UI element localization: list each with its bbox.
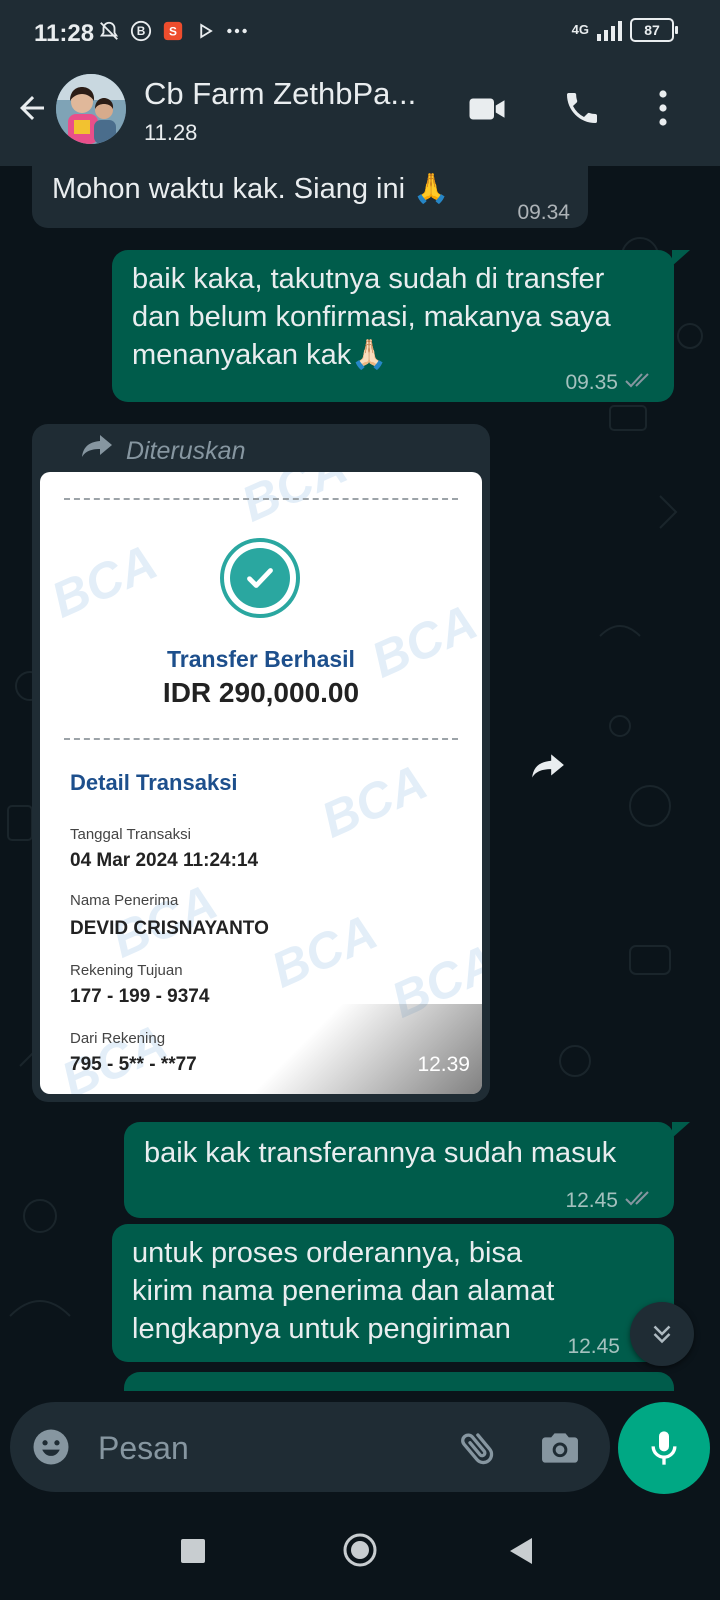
bubble-tail [672, 250, 690, 266]
receipt-section-title: Detail Transaksi [70, 770, 238, 795]
phone-icon[interactable] [562, 88, 602, 133]
more-vertical-icon[interactable] [656, 88, 670, 133]
transfer-receipt-image[interactable]: BCA BCA BCA BCA BCA BCA BCA BCA Transfer… [40, 472, 482, 1094]
field-value: DEVID CRISNAYANTO [70, 918, 269, 939]
chat-header: Cb Farm ZethbPa... 11.28 [0, 62, 720, 166]
svg-text:B: B [137, 24, 146, 38]
message-meta: 09.35 [565, 364, 656, 402]
divider [64, 738, 458, 740]
double-chevron-down-icon[interactable] [630, 1302, 694, 1366]
microphone-icon[interactable] [618, 1402, 710, 1494]
image-time: 12.39 [417, 1053, 470, 1076]
emoji-icon[interactable] [30, 1426, 72, 1473]
b-app-icon: B [130, 20, 152, 42]
forwarded-text: Diteruskan [126, 437, 246, 465]
back-nav-icon[interactable] [508, 1536, 534, 1571]
chat-area[interactable]: Mohon waktu kak. Siang ini 🙏 09.34 baik … [0, 166, 720, 1391]
status-time: 11:28 [34, 20, 95, 47]
field-value: 795 - 5** - **77 [70, 1054, 197, 1075]
network-type: 4G [571, 22, 589, 37]
message-bubble-incoming[interactable]: Mohon waktu kak. Siang ini 🙏 09.34 [32, 166, 588, 228]
shopee-icon: S [162, 20, 184, 42]
message-text: baik kaka, takutnya sudah di transfer da… [132, 263, 611, 371]
field-value: 04 Mar 2024 11:24:14 [70, 850, 259, 871]
time-label: 09.34 [517, 201, 570, 224]
time-label: 09.35 [565, 371, 618, 394]
notification-icons: B S [98, 20, 248, 42]
bca-watermark: BCA [263, 903, 386, 999]
recent-apps-icon[interactable] [180, 1538, 206, 1569]
video-camera-icon[interactable] [466, 88, 508, 135]
home-icon[interactable] [342, 1532, 378, 1573]
signal-icon [597, 19, 622, 41]
message-input[interactable] [96, 1420, 430, 1476]
forward-arrow-icon [80, 432, 114, 470]
camera-icon[interactable] [538, 1426, 582, 1475]
last-seen: 11.28 [144, 120, 198, 145]
success-check-icon [220, 538, 300, 618]
status-bar: 11:28 B S 4G 87 [0, 0, 720, 62]
double-check-icon [624, 1182, 656, 1220]
bca-watermark: BCA [43, 533, 166, 629]
arrow-left-icon[interactable] [14, 90, 50, 131]
contact-name[interactable]: Cb Farm ZethbPa... [144, 76, 452, 112]
system-navigation-bar [0, 1510, 720, 1600]
bca-watermark: BCA [313, 753, 436, 849]
message-bubble-outgoing[interactable]: baik kak transferannya sudah masuk 12.45 [124, 1122, 674, 1218]
muted-alarm-icon [98, 20, 120, 42]
forwarded-image-message[interactable]: Diteruskan BCA BCA BCA BCA BCA BCA BCA B… [32, 424, 490, 1102]
message-bubble-outgoing[interactable]: untuk proses orderannya, bisa kirim nama… [112, 1224, 674, 1362]
play-icon [194, 20, 216, 42]
svg-text:S: S [169, 25, 177, 39]
time-label: 12.45 [565, 1189, 618, 1212]
forwarded-label: Diteruskan [80, 432, 246, 470]
message-time: 09.34 [517, 194, 570, 232]
receipt-amount: IDR 290,000.00 [162, 677, 360, 708]
message-text: baik kak transferannya sudah masuk [144, 1137, 617, 1169]
time-label: 12.45 [567, 1335, 620, 1358]
message-composer [10, 1402, 610, 1492]
battery-level: 87 [644, 22, 660, 38]
more-notifications-icon [226, 20, 248, 42]
message-meta: 12.45 [565, 1182, 656, 1220]
double-check-icon [624, 364, 656, 402]
message-bubble-outgoing[interactable]: baik kaka, takutnya sudah di transfer da… [112, 250, 674, 402]
next-message-partial [124, 1372, 674, 1391]
message-meta: 12.45 [567, 1328, 620, 1366]
battery-icon: 87 [630, 18, 678, 42]
field-value: 177 - 199 - 9374 [70, 986, 210, 1007]
share-forward-icon[interactable] [518, 736, 578, 796]
divider [64, 498, 458, 500]
paperclip-icon[interactable] [456, 1426, 500, 1475]
system-status: 4G 87 [571, 18, 678, 42]
message-text: Mohon waktu kak. Siang ini 🙏 [52, 173, 450, 205]
bubble-tail [672, 1122, 690, 1138]
message-text: untuk proses orderannya, bisa kirim nama… [132, 1237, 555, 1345]
avatar[interactable] [56, 74, 126, 144]
receipt-title: Transfer Berhasil [167, 646, 355, 672]
